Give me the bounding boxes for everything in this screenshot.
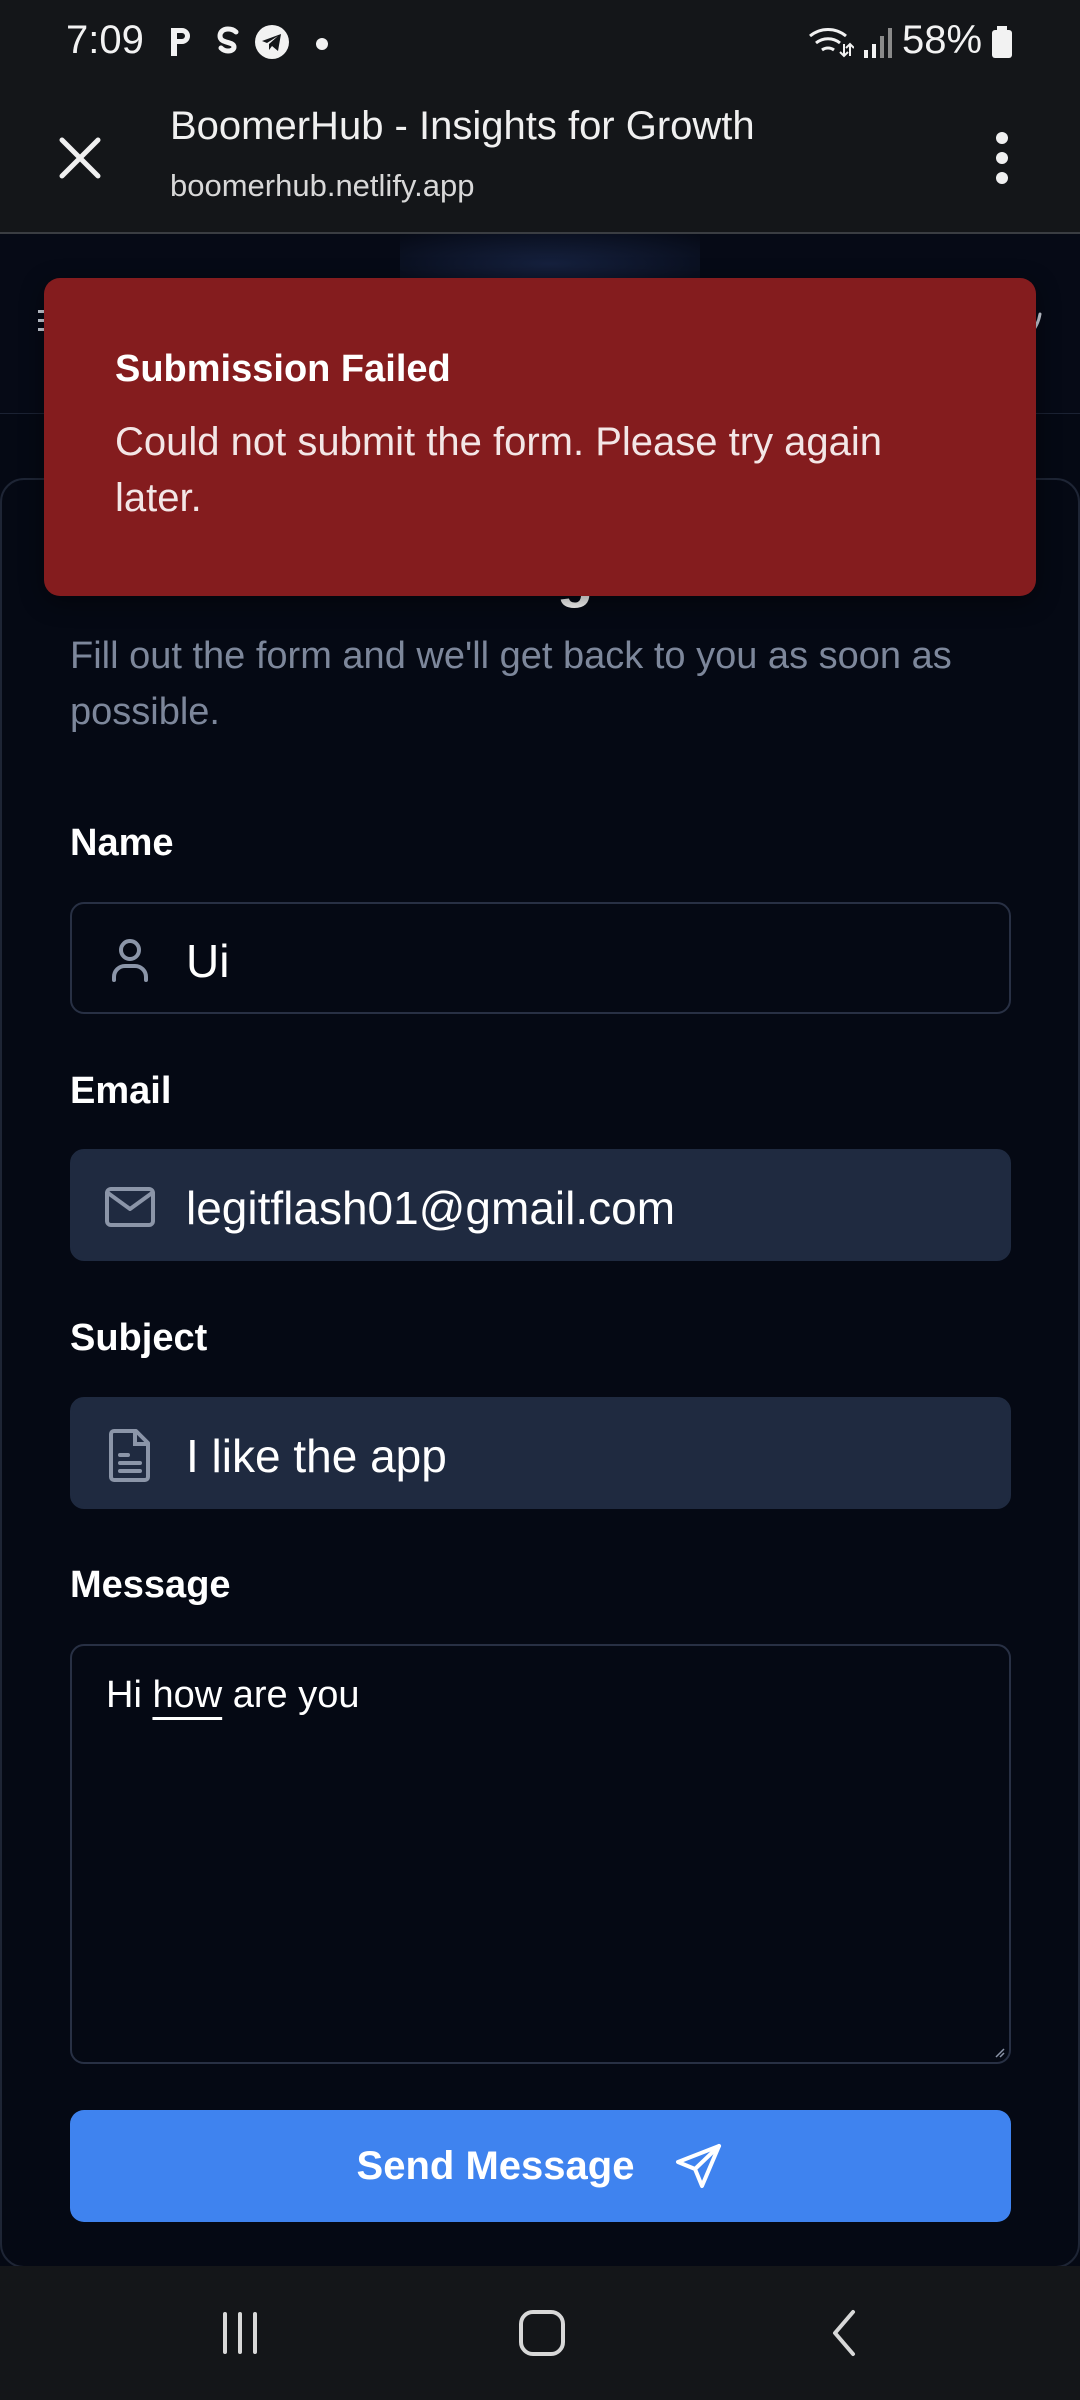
document-icon: [109, 1429, 150, 1482]
telegram-icon: [255, 25, 289, 59]
email-input[interactable]: legitflash01@gmail.com: [70, 1149, 1011, 1261]
card-subtitle: Fill out the form and we'll get back to …: [70, 635, 952, 733]
send-icon: [676, 2144, 722, 2188]
recent-apps-icon: [223, 2312, 257, 2354]
browser-header: BoomerHub - Insights for Growth boomerhu…: [0, 88, 1080, 234]
status-time: 7:09: [66, 18, 144, 62]
message-text-part: Hi: [106, 1674, 153, 1716]
battery-percent: 58%: [902, 18, 983, 62]
subject-value: I like the app: [186, 1430, 447, 1482]
name-value: Ui: [186, 935, 230, 987]
message-misspelled-word[interactable]: how: [152, 1674, 222, 1716]
email-value: legitflash01@gmail.com: [186, 1182, 676, 1234]
home-button[interactable]: [462, 2266, 622, 2400]
battery-icon: [992, 26, 1012, 58]
system-navigation-bar: [0, 2266, 1080, 2400]
message-textarea[interactable]: Hi how are you: [70, 1644, 1011, 2064]
send-message-button[interactable]: Send Message: [70, 2110, 1011, 2222]
close-icon: [59, 137, 101, 179]
browser-url[interactable]: boomerhub.netlify.app: [170, 168, 474, 204]
message-label: Message: [70, 1564, 231, 1606]
wifi-icon: [809, 28, 854, 58]
more-vertical-icon: [996, 132, 1008, 184]
subject-label: Subject: [70, 1317, 208, 1359]
sync-s-icon: [217, 26, 239, 54]
home-icon: [519, 2310, 565, 2356]
message-text-part: are you: [222, 1674, 360, 1716]
user-icon: [112, 939, 148, 982]
toast-title: Submission Failed: [115, 348, 451, 390]
signal-icon: [864, 28, 892, 58]
toast-message: Could not submit the form. Please try ag…: [115, 420, 883, 520]
browser-page-title: BoomerHub - Insights for Growth: [170, 104, 755, 148]
back-button[interactable]: [766, 2266, 926, 2400]
error-toast[interactable]: Submission Failed Could not submit the f…: [44, 278, 1036, 596]
mail-icon: [105, 1187, 155, 1227]
name-label: Name: [70, 822, 174, 864]
message-value: Hi how are you: [106, 1674, 359, 1717]
send-message-label: Send Message: [356, 2143, 635, 2188]
recent-apps-button[interactable]: [160, 2266, 320, 2400]
name-input[interactable]: Ui: [70, 902, 1011, 1014]
back-icon: [833, 2310, 855, 2356]
subject-input[interactable]: I like the app: [70, 1397, 1011, 1509]
status-bar: 7:09 58%: [0, 0, 1080, 88]
resize-grip-icon[interactable]: [995, 2048, 1005, 2058]
more-options-button[interactable]: [972, 120, 1032, 196]
parking-p-icon: [171, 28, 190, 56]
close-button[interactable]: [42, 120, 118, 196]
dot-icon: [316, 38, 328, 50]
email-label: Email: [70, 1070, 172, 1112]
